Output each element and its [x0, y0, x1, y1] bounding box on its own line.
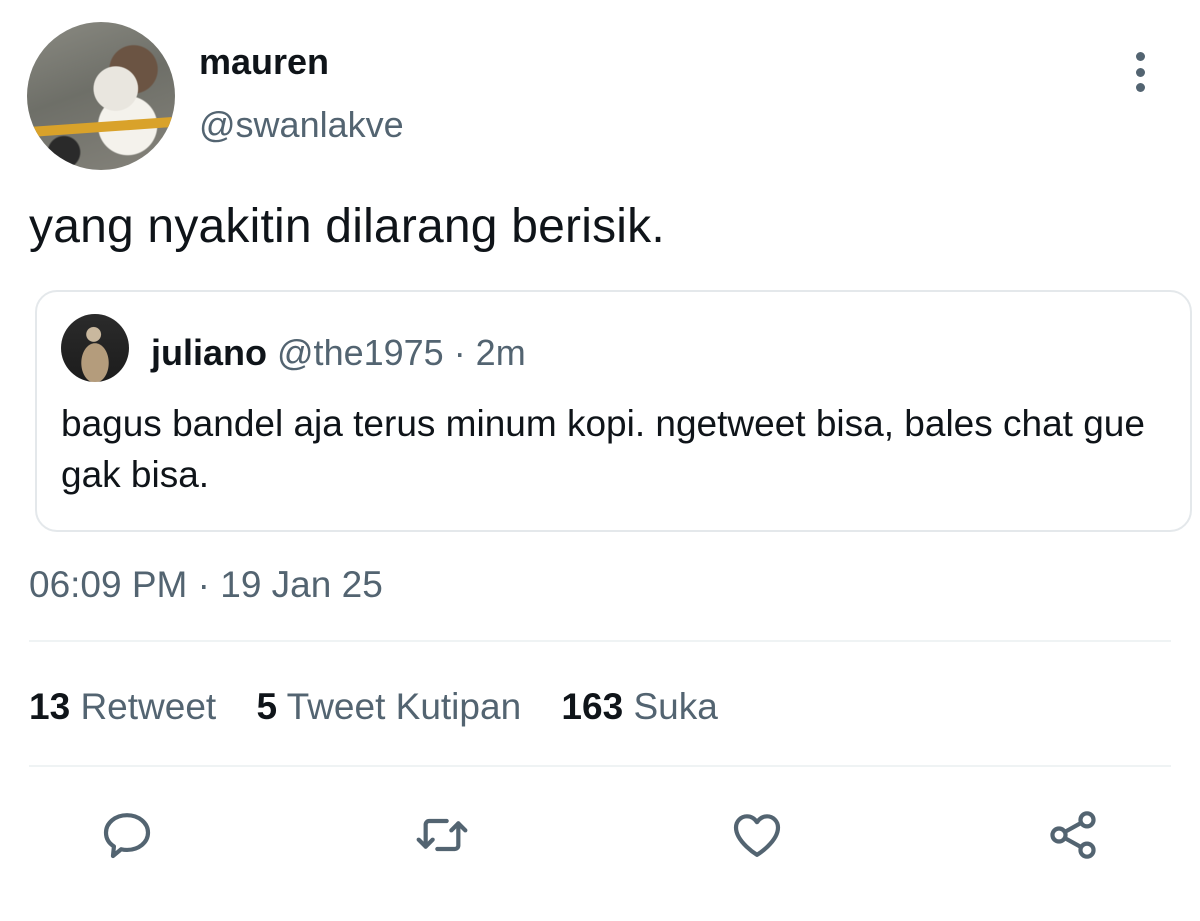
reply-button[interactable] [97, 805, 157, 865]
quoted-author-name: juliano [151, 332, 267, 373]
heart-icon [733, 814, 781, 857]
retweet-arrows-icon [416, 818, 468, 852]
more-dots-icon [1135, 52, 1145, 61]
comment-bubble-icon [103, 813, 151, 859]
retweet-button[interactable] [412, 805, 472, 865]
quoted-author-avatar [61, 314, 129, 382]
more-dots-icon-part [1135, 67, 1145, 77]
quote-tweet-stat[interactable]: 5 Tweet Kutipan [256, 686, 521, 728]
quote-tweet-label: Tweet Kutipan [286, 686, 522, 727]
tweet-stats: 13 Retweet 5 Tweet Kutipan 163 Suka [29, 686, 748, 728]
quoted-tweet-header: juliano @the1975 · 2m [151, 332, 526, 374]
more-dots-icon-part [1135, 83, 1145, 92]
tweet-text: yang nyakitin dilarang berisik. [29, 200, 665, 253]
retweet-label: Retweet [80, 686, 217, 727]
like-label: Suka [633, 686, 718, 727]
author-handle[interactable]: @swanlakve [199, 104, 404, 146]
like-button[interactable] [727, 805, 787, 865]
tweet-timestamp[interactable]: 06:09 PM · 19 Jan 25 [29, 564, 383, 606]
author-avatar[interactable] [27, 22, 175, 170]
divider [29, 765, 1171, 767]
quote-tweet-count: 5 [256, 686, 278, 727]
retweet-count: 13 [29, 686, 71, 727]
quoted-tweet-text: bagus bandel aja terus minum kopi. ngetw… [61, 403, 1145, 495]
share-nodes-icon [1050, 811, 1096, 859]
share-button[interactable] [1043, 805, 1103, 865]
quoted-tweet-card[interactable]: juliano @the1975 · 2m bagus bandel aja t… [35, 290, 1192, 532]
like-count: 163 [561, 686, 624, 727]
like-stat[interactable]: 163 Suka [561, 686, 717, 728]
author-display-name[interactable]: mauren [199, 41, 329, 83]
retweet-stat[interactable]: 13 Retweet [29, 686, 216, 728]
more-options-button[interactable] [1120, 50, 1160, 94]
quoted-author-meta: @the1975 · 2m [277, 332, 526, 373]
divider [29, 640, 1171, 642]
